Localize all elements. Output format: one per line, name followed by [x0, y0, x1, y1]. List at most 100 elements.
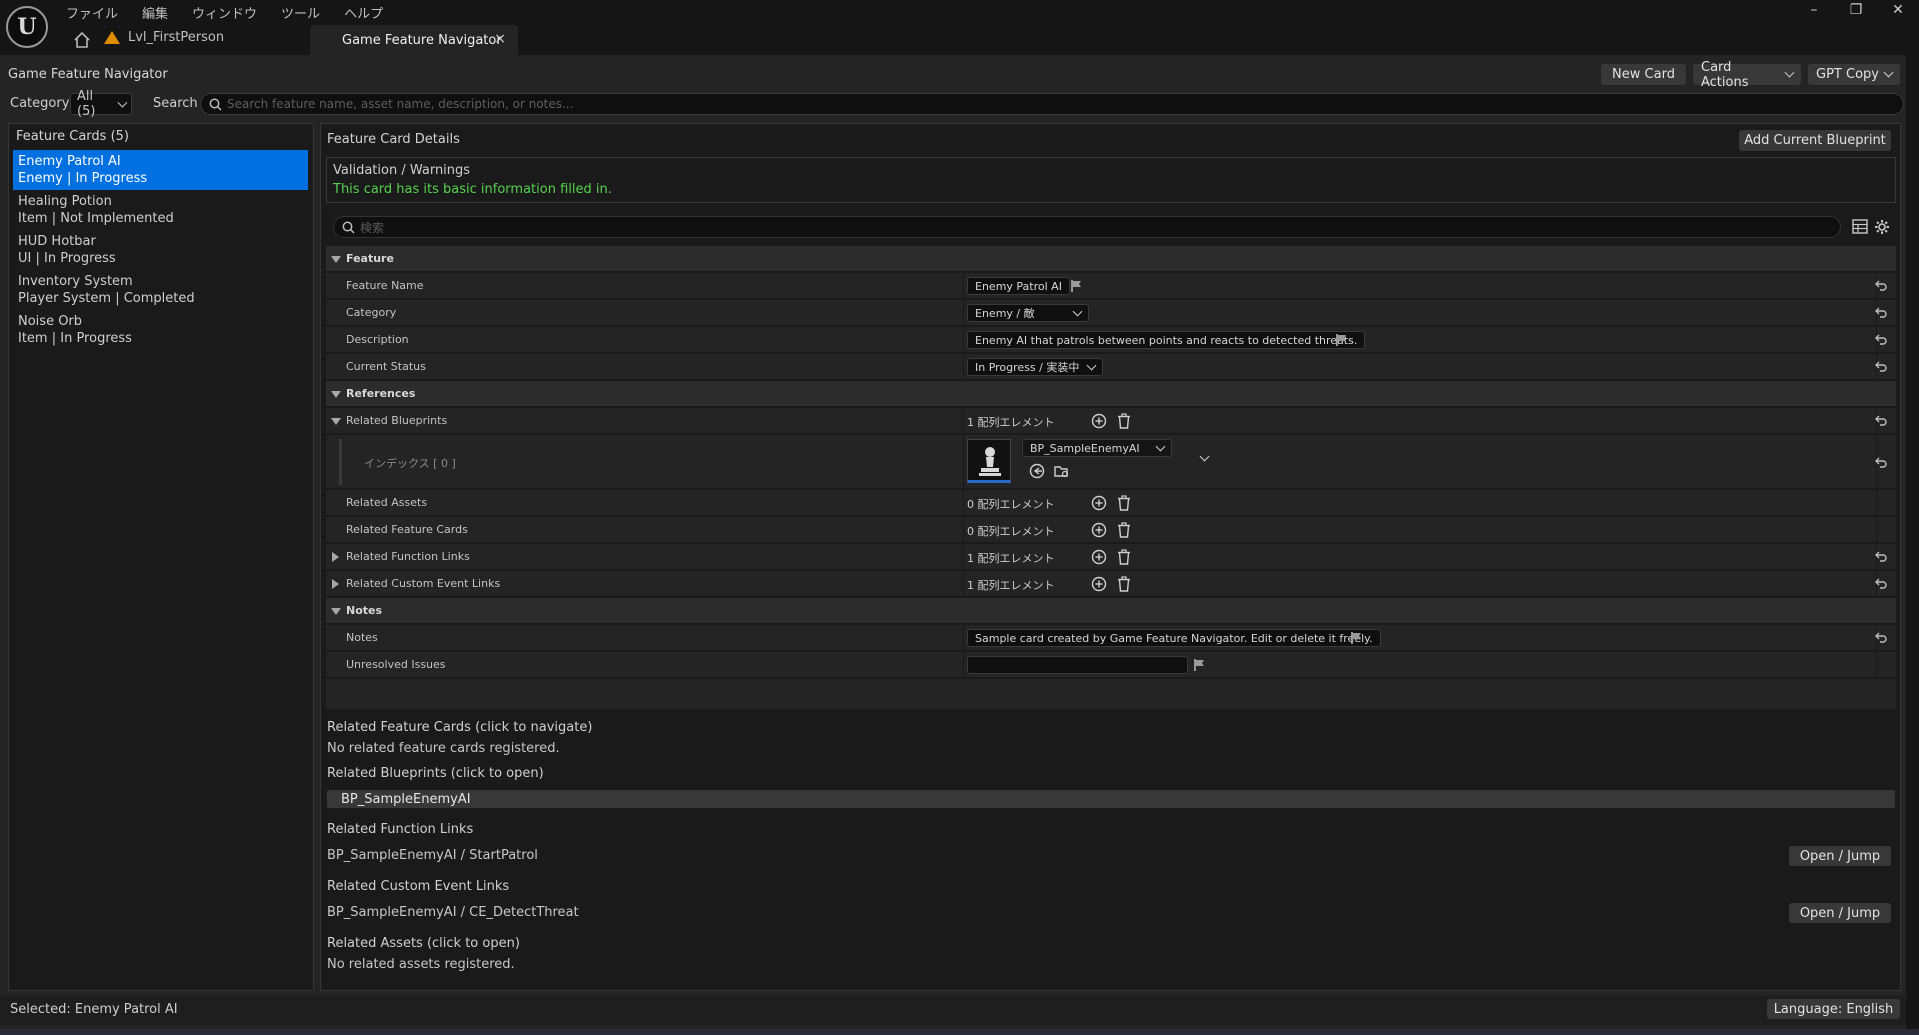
restore-icon[interactable]: ❐ [1849, 2, 1863, 18]
add-element-icon[interactable] [1091, 549, 1107, 565]
home-icon[interactable] [72, 30, 92, 50]
reset-to-default-icon[interactable] [1874, 576, 1888, 590]
reset-to-default-icon[interactable] [1874, 455, 1888, 469]
prop-label: Description [346, 333, 409, 346]
level-warning-icon [104, 31, 120, 44]
reset-to-default-icon[interactable] [1874, 549, 1888, 563]
card-item-hud-hotbar[interactable]: HUD Hotbar UI | In Progress [13, 230, 308, 270]
menu-edit[interactable]: 編集 [142, 3, 168, 22]
reset-to-default-icon[interactable] [1874, 278, 1888, 292]
trash-icon[interactable] [1117, 576, 1131, 592]
blueprint-thumbnail[interactable] [967, 439, 1011, 483]
section-notes[interactable]: Notes [326, 598, 1896, 624]
open-jump-button[interactable]: Open / Jump [1789, 846, 1891, 866]
search-input[interactable]: Search feature name, asset name, descrip… [200, 93, 1904, 115]
browse-folder-icon[interactable] [1054, 463, 1070, 479]
section-label: References [346, 387, 416, 400]
add-element-icon[interactable] [1091, 495, 1107, 511]
reset-divider [1876, 517, 1877, 542]
value-divider [963, 490, 964, 515]
status-dropdown[interactable]: In Progress / 実装中 [967, 358, 1103, 376]
related-assets-heading: Related Assets (click to open) [327, 936, 520, 951]
card-meta: Item | Not Implemented [18, 211, 174, 226]
table-view-icon[interactable] [1852, 219, 1868, 234]
related-blueprint-link[interactable]: BP_SampleEnemyAI [327, 790, 1895, 808]
flag-icon[interactable] [1070, 279, 1084, 293]
expand-chevron-icon[interactable] [1199, 451, 1210, 462]
gear-icon[interactable] [1874, 219, 1890, 235]
add-current-blueprint-button[interactable]: Add Current Blueprint [1739, 130, 1891, 151]
description-field[interactable]: Enemy AI that patrols between points and… [967, 331, 1366, 349]
expand-arrow-icon[interactable] [332, 552, 339, 562]
reset-to-default-icon[interactable] [1874, 332, 1888, 346]
menu-window[interactable]: ウィンドウ [192, 3, 257, 22]
minimize-icon[interactable]: – [1807, 2, 1821, 18]
related-assets-empty: No related assets registered. [327, 957, 515, 972]
prop-row-related-feature-cards: Related Feature Cards 0 配列エレメント [326, 517, 1896, 543]
menu-tools[interactable]: ツール [281, 3, 320, 22]
related-custom-event-links-heading: Related Custom Event Links [327, 879, 510, 894]
gpt-copy-dropdown[interactable]: GPT Copy [1808, 64, 1900, 85]
card-actions-dropdown[interactable]: Card Actions [1693, 60, 1801, 90]
feature-name-field[interactable]: Enemy Patrol AI [967, 277, 1070, 295]
status-bar [0, 995, 1906, 1025]
chevron-down-icon [1072, 306, 1083, 316]
flag-icon[interactable] [1193, 658, 1207, 672]
prop-row-current-status: Current Status In Progress / 実装中 [326, 354, 1896, 380]
new-card-button[interactable]: New Card [1601, 64, 1686, 85]
add-element-icon[interactable] [1091, 522, 1107, 538]
expand-arrow-icon[interactable] [332, 579, 339, 589]
property-search-input[interactable]: 検索 [333, 216, 1841, 238]
section-feature[interactable]: Feature [326, 246, 1896, 272]
reset-to-default-icon[interactable] [1874, 359, 1888, 373]
card-item-enemy-patrol-ai[interactable]: Enemy Patrol AI Enemy | In Progress [13, 150, 308, 190]
trash-icon[interactable] [1117, 413, 1131, 429]
card-item-healing-potion[interactable]: Healing Potion Item | Not Implemented [13, 190, 308, 230]
close-tab-icon[interactable]: × [494, 31, 506, 47]
card-item-noise-orb[interactable]: Noise Orb Item | In Progress [13, 310, 308, 350]
open-jump-button[interactable]: Open / Jump [1789, 903, 1891, 923]
prop-row-related-function-links: Related Function Links 1 配列エレメント [326, 544, 1896, 570]
section-references[interactable]: References [326, 381, 1896, 407]
prop-row-feature-name: Feature Name Enemy Patrol AI [326, 273, 1896, 299]
reset-to-default-icon[interactable] [1874, 305, 1888, 319]
category-filter-dropdown[interactable]: All (5) [70, 89, 132, 119]
add-element-icon[interactable] [1091, 576, 1107, 592]
prop-row-unresolved-issues: Unresolved Issues [326, 652, 1896, 678]
card-item-inventory-system[interactable]: Inventory System Player System | Complet… [13, 270, 308, 310]
menu-help[interactable]: ヘルプ [344, 3, 383, 22]
collapse-arrow-icon[interactable] [331, 608, 341, 615]
prop-label: Related Custom Event Links [346, 577, 501, 590]
flag-icon[interactable] [1350, 631, 1364, 645]
panel-title: Game Feature Navigator [8, 67, 168, 82]
trash-icon[interactable] [1117, 522, 1131, 538]
array-count: 0 配列エレメント [967, 525, 1055, 538]
collapse-arrow-icon[interactable] [331, 391, 341, 398]
notes-field[interactable]: Sample card created by Game Feature Navi… [967, 629, 1381, 647]
tab-game-feature-navigator[interactable]: Game Feature Navigator × [310, 25, 518, 55]
chevron-down-icon [1086, 360, 1097, 370]
blueprint-picker[interactable]: BP_SampleEnemyAI [1022, 439, 1172, 457]
trash-icon[interactable] [1117, 549, 1131, 565]
close-window-icon[interactable]: ✕ [1891, 2, 1905, 18]
level-tab[interactable]: Lvl_FirstPerson [104, 30, 224, 45]
trash-icon[interactable] [1117, 495, 1131, 511]
language-toggle-button[interactable]: Language: English [1767, 999, 1900, 1019]
value-divider [963, 517, 964, 542]
reset-to-default-icon[interactable] [1874, 413, 1888, 427]
card-meta: Player System | Completed [18, 291, 195, 306]
add-element-icon[interactable] [1091, 413, 1107, 429]
menu-file[interactable]: ファイル [66, 3, 118, 22]
unresolved-issues-field[interactable] [967, 656, 1188, 674]
category-dropdown[interactable]: Enemy / 敵 [967, 304, 1089, 322]
unreal-logo-icon[interactable]: U [6, 6, 48, 48]
flag-icon[interactable] [1335, 333, 1349, 347]
collapse-arrow-icon[interactable] [331, 418, 341, 425]
reset-to-default-icon[interactable] [1874, 630, 1888, 644]
prop-row-blueprint-index-0: インデックス [ 0 ] BP_SampleEnemyAI [326, 435, 1896, 489]
collapse-arrow-icon[interactable] [331, 256, 341, 263]
reset-divider [1876, 490, 1877, 515]
use-selected-asset-icon[interactable] [1029, 463, 1045, 479]
value-divider [963, 544, 964, 569]
value-divider [963, 435, 964, 488]
